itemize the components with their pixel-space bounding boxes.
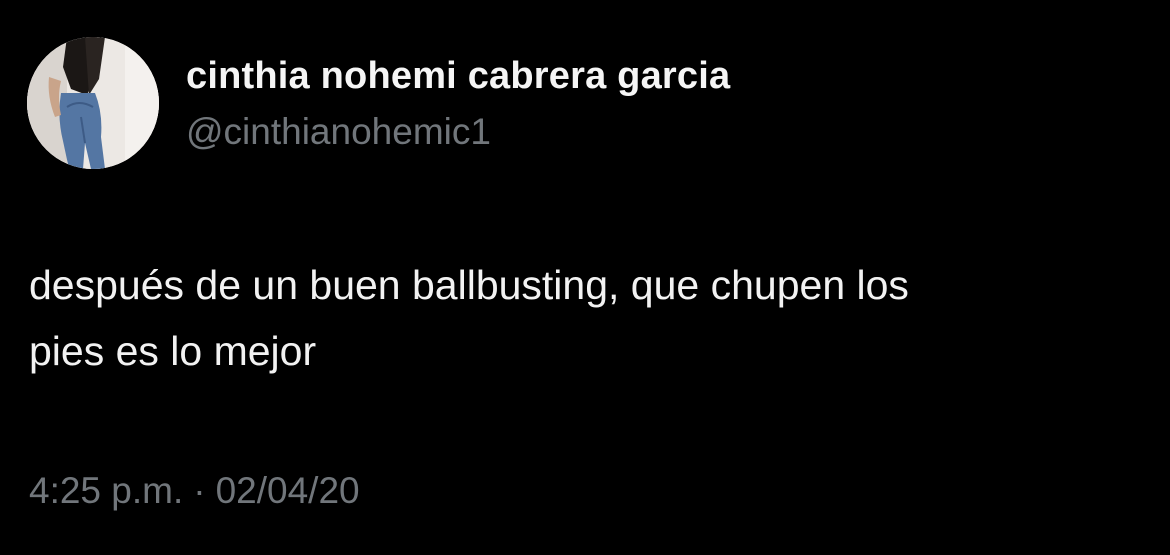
avatar[interactable] <box>27 37 159 169</box>
tweet-text-line: pies es lo mejor <box>29 328 317 374</box>
tweet-timestamp[interactable]: 4:25 p.m. · 02/04/20 <box>29 470 360 512</box>
meta-separator: · <box>193 470 206 511</box>
tweet-date[interactable]: 02/04/20 <box>216 470 360 511</box>
tweet-time[interactable]: 4:25 p.m. <box>29 470 183 511</box>
tweet-card: cinthia nohemi cabrera garcia @cinthiano… <box>0 0 1170 555</box>
tweet-text-line: después de un buen ballbusting, que chup… <box>29 262 909 308</box>
author-handle[interactable]: @cinthianohemic1 <box>186 111 491 153</box>
tweet-text: después de un buen ballbusting, que chup… <box>29 252 1149 384</box>
author-display-name[interactable]: cinthia nohemi cabrera garcia <box>186 55 730 98</box>
avatar-photo <box>27 37 159 169</box>
